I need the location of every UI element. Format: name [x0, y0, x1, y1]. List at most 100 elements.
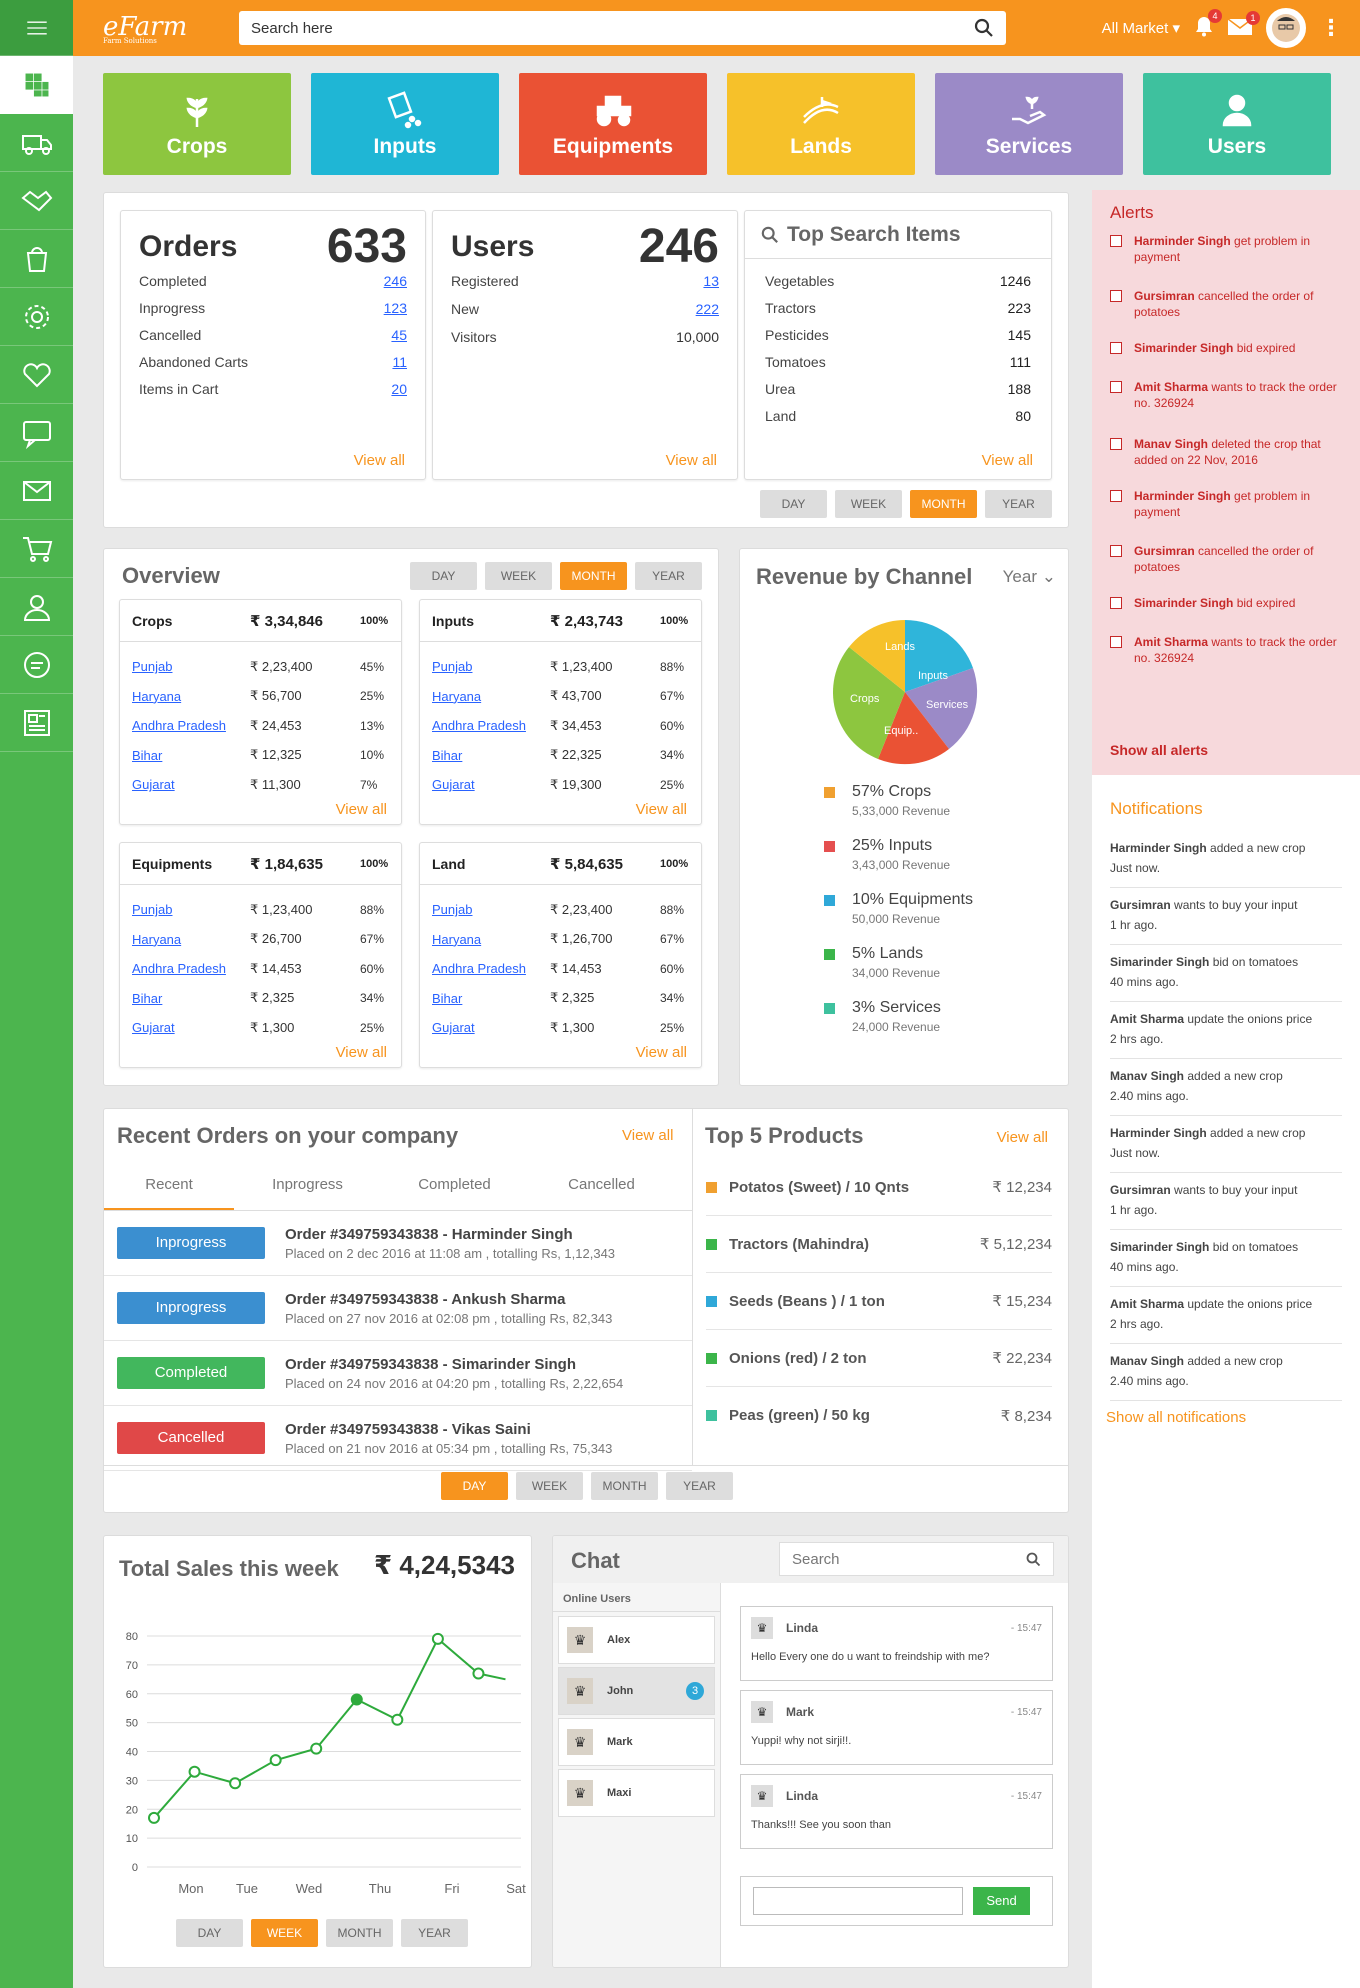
alert-item[interactable]: Simarinder Singh bid expired: [1110, 595, 1348, 611]
period-day-button[interactable]: DAY: [760, 490, 827, 518]
chat-message-input[interactable]: [753, 1887, 963, 1915]
order-row[interactable]: Inprogress Order #349759343838 - Ankush S…: [104, 1276, 692, 1341]
overview-region-link[interactable]: Punjab: [432, 659, 550, 674]
sidebar-item-favorites[interactable]: [0, 346, 73, 404]
alert-checkbox[interactable]: [1110, 636, 1122, 648]
period-month-button[interactable]: MONTH: [910, 490, 977, 518]
sidebar-item-chat[interactable]: [0, 636, 73, 694]
period-week-button[interactable]: WEEK: [516, 1472, 583, 1500]
overview-region-link[interactable]: Haryana: [132, 932, 250, 947]
sales-data-point[interactable]: [431, 1632, 444, 1645]
sales-data-point[interactable]: [350, 1693, 363, 1706]
product-row[interactable]: Seeds (Beans ) / 1 ton ₹ 15,234: [706, 1273, 1052, 1330]
alert-checkbox[interactable]: [1110, 381, 1122, 393]
sidebar-item-settings[interactable]: [0, 288, 73, 346]
alert-checkbox[interactable]: [1110, 597, 1122, 609]
overview-region-link[interactable]: Andhra Pradesh: [432, 961, 550, 976]
notifications-button[interactable]: 4: [1194, 9, 1222, 41]
orders-row-value[interactable]: 246: [384, 273, 407, 289]
period-week-button[interactable]: WEEK: [485, 562, 552, 590]
overview-view-all-link[interactable]: View all: [636, 801, 687, 818]
overview-region-link[interactable]: Andhra Pradesh: [432, 718, 550, 733]
overview-region-link[interactable]: Gujarat: [132, 1020, 250, 1035]
users-row-value[interactable]: 222: [696, 301, 719, 317]
period-year-button[interactable]: YEAR: [401, 1919, 468, 1947]
period-month-button[interactable]: MONTH: [560, 562, 627, 590]
overview-view-all-link[interactable]: View all: [636, 1044, 687, 1061]
overview-region-link[interactable]: Bihar: [132, 748, 250, 763]
overview-region-link[interactable]: Gujarat: [132, 777, 250, 792]
sidebar-item-dashboard[interactable]: [0, 56, 73, 114]
overview-region-link[interactable]: Punjab: [132, 902, 250, 917]
sidebar-item-shop[interactable]: [0, 230, 73, 288]
product-row[interactable]: Tractors (Mahindra) ₹ 5,12,234: [706, 1216, 1052, 1273]
tile-users[interactable]: Users: [1143, 73, 1331, 175]
sales-data-point[interactable]: [229, 1777, 242, 1790]
sales-data-point[interactable]: [472, 1667, 485, 1680]
alert-checkbox[interactable]: [1110, 438, 1122, 450]
overview-region-link[interactable]: Punjab: [132, 659, 250, 674]
chat-user-item[interactable]: ♛ Maxi: [558, 1769, 715, 1817]
send-button[interactable]: Send: [973, 1887, 1030, 1915]
users-row-value[interactable]: 13: [703, 273, 719, 289]
sidebar-item-delivery[interactable]: [0, 114, 73, 172]
sidebar-item-news[interactable]: [0, 694, 73, 752]
overview-region-link[interactable]: Bihar: [432, 991, 550, 1006]
alert-checkbox[interactable]: [1110, 545, 1122, 557]
overview-region-link[interactable]: Gujarat: [432, 1020, 550, 1035]
order-row[interactable]: Cancelled Order #349759343838 - Vikas Sai…: [104, 1406, 692, 1471]
top-search-view-all-link[interactable]: View all: [982, 452, 1033, 469]
notification-item[interactable]: Simarinder Singh bid on tomatoes 40 mins …: [1110, 1230, 1342, 1287]
tab-cancelled[interactable]: Cancelled: [528, 1161, 675, 1210]
period-day-button[interactable]: DAY: [176, 1919, 243, 1947]
product-row[interactable]: Potatos (Sweet) / 10 Qnts ₹ 12,234: [706, 1159, 1052, 1216]
search-icon[interactable]: [1026, 1552, 1041, 1567]
notification-item[interactable]: Harminder Singh added a new crop Just now…: [1110, 1116, 1342, 1173]
notification-item[interactable]: Gursimran wants to buy your input 1 hr ag…: [1110, 1173, 1342, 1230]
notification-item[interactable]: Amit Sharma update the onions price 2 hrs…: [1110, 1002, 1342, 1059]
alert-checkbox[interactable]: [1110, 342, 1122, 354]
chat-user-item[interactable]: ♛ John 3: [558, 1667, 715, 1715]
sidebar-item-profile[interactable]: [0, 578, 73, 636]
period-month-button[interactable]: MONTH: [326, 1919, 393, 1947]
chat-user-item[interactable]: ♛ Alex: [558, 1616, 715, 1664]
tab-recent[interactable]: Recent: [104, 1161, 234, 1210]
alert-item[interactable]: Manav Singh deleted the crop that added …: [1110, 436, 1348, 468]
users-view-all-link[interactable]: View all: [666, 452, 717, 469]
notification-item[interactable]: Harminder Singh added a new crop Just now…: [1110, 831, 1342, 888]
chat-user-item[interactable]: ♛ Mark: [558, 1718, 715, 1766]
tile-crops[interactable]: Crops: [103, 73, 291, 175]
revenue-period-dropdown[interactable]: Year ⌄: [1003, 567, 1056, 587]
recent-orders-view-all-link[interactable]: View all: [622, 1127, 673, 1144]
more-menu-icon[interactable]: ⋮: [1320, 15, 1342, 41]
period-week-button[interactable]: WEEK: [251, 1919, 318, 1947]
sidebar-item-deals[interactable]: [0, 172, 73, 230]
overview-region-link[interactable]: Bihar: [432, 748, 550, 763]
sales-data-point[interactable]: [148, 1811, 160, 1824]
overview-region-link[interactable]: Bihar: [132, 991, 250, 1006]
order-row[interactable]: Inprogress Order #349759343838 - Harminde…: [104, 1211, 692, 1276]
orders-row-value[interactable]: 11: [392, 354, 407, 370]
overview-region-link[interactable]: Haryana: [132, 689, 250, 704]
notification-item[interactable]: Simarinder Singh bid on tomatoes 40 mins …: [1110, 945, 1342, 1002]
tile-inputs[interactable]: Inputs: [311, 73, 499, 175]
period-month-button[interactable]: MONTH: [591, 1472, 658, 1500]
overview-region-link[interactable]: Haryana: [432, 932, 550, 947]
period-day-button[interactable]: DAY: [441, 1472, 508, 1500]
alert-checkbox[interactable]: [1110, 290, 1122, 302]
overview-region-link[interactable]: Andhra Pradesh: [132, 961, 250, 976]
sales-data-point[interactable]: [188, 1765, 201, 1778]
orders-view-all-link[interactable]: View all: [354, 452, 405, 469]
search-icon[interactable]: [974, 18, 994, 38]
orders-row-value[interactable]: 123: [384, 300, 407, 316]
overview-region-link[interactable]: Haryana: [432, 689, 550, 704]
market-selector[interactable]: All Market ▾: [1102, 19, 1180, 37]
alert-item[interactable]: Amit Sharma wants to track the order no.…: [1110, 379, 1348, 411]
overview-region-link[interactable]: Punjab: [432, 902, 550, 917]
avatar[interactable]: [1266, 8, 1306, 48]
period-year-button[interactable]: YEAR: [635, 562, 702, 590]
tab-completed[interactable]: Completed: [381, 1161, 528, 1210]
overview-view-all-link[interactable]: View all: [336, 801, 387, 818]
sidebar-item-mail[interactable]: [0, 462, 73, 520]
alert-item[interactable]: Gursimran cancelled the order of potatoe…: [1110, 543, 1348, 575]
